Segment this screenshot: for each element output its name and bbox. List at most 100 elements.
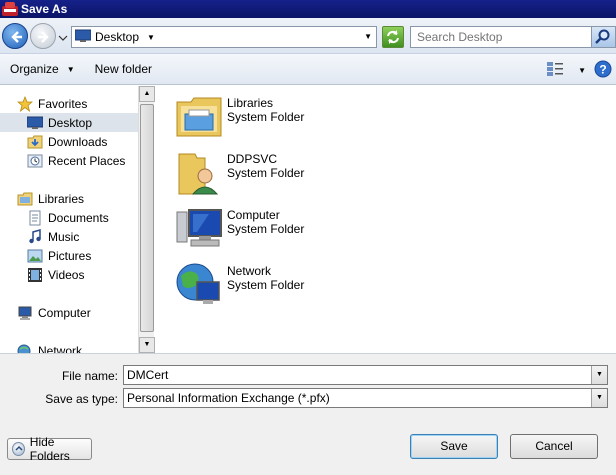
libraries-folder-icon <box>175 92 223 140</box>
nav-item-label: Downloads <box>48 134 108 149</box>
nav-item-downloads[interactable]: Downloads <box>27 132 107 151</box>
file-name-dropdown-icon[interactable]: ▼ <box>591 366 607 384</box>
change-view-button[interactable] <box>546 61 564 80</box>
new-folder-label: New folder <box>94 62 152 76</box>
item-type: System Folder <box>227 278 305 292</box>
nav-item-music[interactable]: Music <box>27 227 79 246</box>
navigation-scrollbar[interactable]: ▲ ▼ <box>138 86 155 353</box>
address-bar: Desktop ▼ ▼ <box>0 18 616 54</box>
address-path[interactable]: Desktop ▼ ▼ <box>71 26 377 48</box>
computer-icon <box>17 305 33 321</box>
file-name-label: File name: <box>61 369 118 383</box>
user-folder-icon <box>175 148 223 196</box>
refresh-icon <box>387 30 399 44</box>
nav-item-label: Music <box>48 229 80 244</box>
organize-button[interactable]: Organize ▼ <box>0 54 83 84</box>
desktop-icon <box>74 29 92 46</box>
file-name-input[interactable] <box>124 366 584 384</box>
back-arrow-icon <box>11 31 22 43</box>
nav-favorites-label: Favorites <box>38 96 88 111</box>
chevron-up-icon <box>12 442 25 456</box>
nav-item-label: Pictures <box>48 248 92 263</box>
command-toolbar: Organize ▼ New folder ▼ ? <box>0 54 616 85</box>
svg-text:?: ? <box>599 63 606 77</box>
downloads-icon <box>27 134 43 150</box>
save-as-type-select[interactable]: Personal Information Exchange (*.pfx) ▼ <box>123 388 608 408</box>
nav-item-recent-places[interactable]: Recent Places <box>27 151 125 170</box>
breadcrumb-arrow-icon[interactable]: ▼ <box>147 33 155 42</box>
nav-network-label: Network <box>38 343 83 354</box>
item-name: DDPSVC <box>227 152 278 166</box>
nav-item-label: Desktop <box>48 115 93 130</box>
videos-icon <box>27 267 43 283</box>
nav-item-label: Recent Places <box>48 153 126 168</box>
navigation-pane: Favorites Desktop Downloads Recent Place… <box>0 86 154 353</box>
list-item-ddpsvc[interactable]: DDPSVC System Folder <box>175 148 304 198</box>
nav-libraries[interactable]: Libraries <box>17 189 84 208</box>
nav-item-desktop[interactable]: Desktop <box>0 113 138 132</box>
nav-item-label: Videos <box>48 267 85 282</box>
search-icon <box>595 29 610 44</box>
nav-item-videos[interactable]: Videos <box>27 265 84 284</box>
file-name-combo: ▼ <box>123 365 608 385</box>
organize-label: Organize <box>10 62 59 76</box>
item-name: Computer <box>227 208 280 222</box>
view-options-dropdown[interactable]: ▼ <box>578 66 586 75</box>
nav-item-pictures[interactable]: Pictures <box>27 246 91 265</box>
help-button[interactable]: ? <box>594 60 612 81</box>
nav-network[interactable]: Network <box>17 341 82 353</box>
list-item-computer[interactable]: Computer System Folder <box>175 204 304 254</box>
forward-arrow-icon <box>38 31 49 43</box>
favorites-star-icon <box>16 95 34 112</box>
save-as-type-dropdown-icon[interactable]: ▼ <box>591 389 607 407</box>
window-title: Save As <box>21 2 68 16</box>
nav-computer[interactable]: Computer <box>17 303 91 322</box>
chevron-down-icon: ▼ <box>66 64 75 74</box>
forward-button[interactable] <box>30 23 56 49</box>
address-dropdown-icon[interactable]: ▼ <box>364 32 372 41</box>
search-box <box>410 26 616 48</box>
scroll-down-icon[interactable]: ▼ <box>139 337 155 353</box>
nav-computer-label: Computer <box>38 305 91 320</box>
nav-libraries-label: Libraries <box>38 191 85 206</box>
new-folder-button[interactable]: New folder <box>83 54 160 84</box>
item-name: Network <box>227 264 272 278</box>
title-bar[interactable]: Save As <box>0 0 616 18</box>
breadcrumb-desktop[interactable]: Desktop <box>95 30 139 44</box>
hide-folders-label: Hide Folders <box>29 435 70 463</box>
nav-favorites[interactable]: Favorites <box>16 94 88 113</box>
pictures-icon <box>27 248 43 264</box>
recent-locations-dropdown[interactable] <box>58 32 68 42</box>
desktop-icon <box>26 115 44 131</box>
view-list-icon <box>547 62 564 76</box>
search-button[interactable] <box>591 27 615 47</box>
item-type: System Folder <box>227 110 305 124</box>
item-type: System Folder <box>227 222 305 236</box>
save-as-type-label: Save as type: <box>45 392 118 406</box>
item-name: Libraries <box>227 96 274 110</box>
chevron-down-icon <box>58 35 68 41</box>
save-form: File name: ▼ Save as type: Personal Info… <box>0 353 616 475</box>
music-icon <box>27 228 43 245</box>
help-icon: ? <box>594 60 612 78</box>
documents-icon <box>27 210 43 226</box>
back-button[interactable] <box>2 23 28 49</box>
libraries-icon <box>17 191 33 207</box>
hide-folders-button[interactable]: Hide Folders <box>7 435 92 463</box>
file-list: Libraries System Folder DDPSVC System Fo… <box>155 86 616 353</box>
scroll-up-icon[interactable]: ▲ <box>139 86 155 102</box>
computer-icon <box>175 204 223 252</box>
list-item-network[interactable]: Network System Folder <box>175 260 304 310</box>
scrollbar-thumb[interactable] <box>140 104 154 332</box>
list-item-libraries[interactable]: Libraries System Folder <box>175 92 304 142</box>
cancel-button[interactable]: Cancel <box>510 434 598 459</box>
network-icon <box>17 343 33 353</box>
refresh-button[interactable] <box>382 26 404 48</box>
nav-item-label: Documents <box>48 210 109 225</box>
search-input[interactable] <box>411 27 581 47</box>
nav-item-documents[interactable]: Documents <box>27 208 109 227</box>
recent-places-icon <box>27 153 43 169</box>
save-button[interactable]: Save <box>410 434 498 459</box>
item-type: System Folder <box>227 166 305 180</box>
save-as-type-value: Personal Information Exchange (*.pfx) <box>127 391 330 405</box>
